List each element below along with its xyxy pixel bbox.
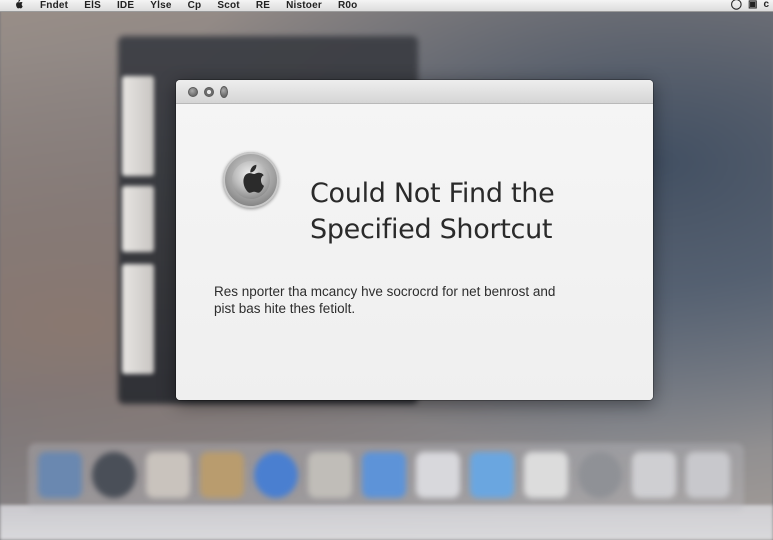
screen-mirroring-icon[interactable]: ◯ (731, 0, 742, 10)
clock-icon[interactable] (92, 452, 136, 498)
dialog-title-line: Could Not Find the (310, 178, 555, 209)
menu-item-9[interactable]: R0o (338, 0, 358, 11)
dialog-titlebar[interactable] (176, 80, 653, 104)
clock-icon[interactable]: c (763, 0, 769, 10)
minimize-button[interactable] (204, 86, 214, 97)
menu-item-2[interactable]: ElS (84, 0, 101, 11)
dialog-message-line: Res nporter tha mcancy hve socrocrd for … (214, 284, 556, 299)
background-window-panel (122, 186, 154, 252)
apple-logo-icon (16, 0, 23, 9)
appstore-icon[interactable] (470, 452, 514, 498)
menu-item-finder[interactable]: Fndet (40, 0, 68, 11)
photos-icon[interactable] (200, 452, 244, 498)
menu-bar: Fndet ElS IDE Ylse Cp Scot RE Nistoer R0… (0, 0, 773, 12)
status-menu-area: ◯ ▣ c (731, 0, 769, 10)
app-icon[interactable] (146, 452, 190, 498)
settings-icon[interactable] (578, 452, 622, 498)
menu-item-4[interactable]: Ylse (150, 0, 171, 11)
error-dialog: Could Not Find the Specified Shortcut Re… (176, 80, 653, 400)
document-icon[interactable] (416, 452, 460, 498)
calendar-icon[interactable] (632, 452, 676, 498)
zoom-button[interactable] (220, 85, 228, 98)
mail-icon[interactable] (362, 452, 406, 498)
trash-icon[interactable] (686, 452, 730, 498)
background-window-panel (122, 76, 154, 176)
menu-item-3[interactable]: IDE (117, 0, 134, 11)
preview-icon[interactable] (308, 452, 352, 498)
dialog-body: Could Not Find the Specified Shortcut Re… (176, 104, 653, 400)
menu-item-8[interactable]: Nistoer (286, 0, 322, 11)
close-button[interactable] (188, 86, 198, 97)
display-icon[interactable]: ▣ (748, 0, 757, 10)
safari-icon[interactable] (254, 452, 298, 498)
finder-icon[interactable] (38, 452, 82, 498)
menu-item-6[interactable]: Scot (217, 0, 239, 11)
dialog-title-line: Specified Shortcut (310, 214, 553, 245)
dialog-title: Could Not Find the Specified Shortcut (310, 176, 555, 248)
menu-item-5[interactable]: Cp (188, 0, 202, 11)
apple-logo-icon (223, 152, 279, 208)
apple-menu-icon[interactable] (14, 0, 26, 12)
background-window-panel (122, 264, 154, 374)
dialog-message-line: pist bas hite thes fetiolt. (214, 301, 356, 316)
notes-icon[interactable] (524, 452, 568, 498)
menu-item-7[interactable]: RE (256, 0, 270, 11)
dialog-message: Res nporter tha mcancy hve socrocrd for … (214, 283, 594, 317)
